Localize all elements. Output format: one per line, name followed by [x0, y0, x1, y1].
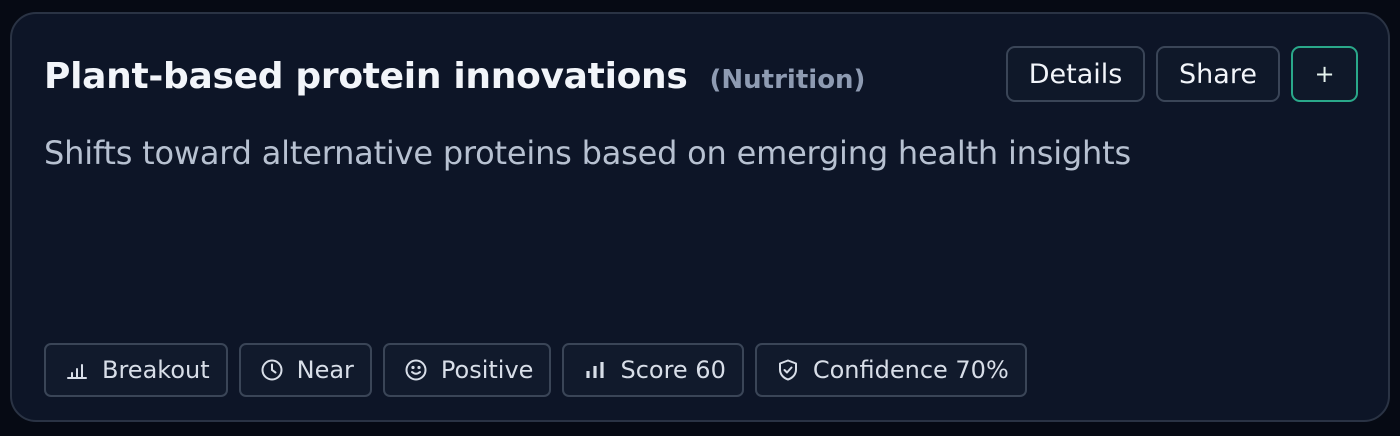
card-title: Plant-based protein innovations	[44, 56, 688, 97]
tag-confidence: Confidence 70%	[754, 343, 1027, 397]
tag-label: Breakout	[102, 356, 210, 384]
card-description: Shifts toward alternative proteins based…	[44, 134, 1131, 172]
tag-label: Confidence 70%	[812, 356, 1009, 384]
card-actions: Details Share +	[1006, 46, 1358, 102]
tag-label: Near	[296, 356, 354, 384]
card-header: Plant-based protein innovations (Nutriti…	[44, 56, 865, 97]
tag-momentum: Breakout	[44, 343, 228, 397]
tag-list: Breakout Near Positive Score 60 Confiden…	[44, 343, 1027, 397]
add-button[interactable]: +	[1291, 46, 1358, 102]
share-button[interactable]: Share	[1156, 46, 1280, 102]
trend-card: Plant-based protein innovations (Nutriti…	[10, 12, 1390, 422]
signal-bars-icon	[582, 357, 608, 383]
trend-bars-icon	[64, 357, 90, 383]
tag-score: Score 60	[562, 343, 744, 397]
details-button[interactable]: Details	[1006, 46, 1145, 102]
smiley-icon	[403, 357, 429, 383]
clock-icon	[259, 357, 285, 383]
category-label: (Nutrition)	[709, 65, 866, 95]
tag-horizon: Near	[238, 343, 372, 397]
shield-check-icon	[775, 357, 801, 383]
tag-label: Positive	[440, 356, 534, 384]
tag-label: Score 60	[620, 356, 726, 384]
tag-sentiment: Positive	[382, 343, 552, 397]
